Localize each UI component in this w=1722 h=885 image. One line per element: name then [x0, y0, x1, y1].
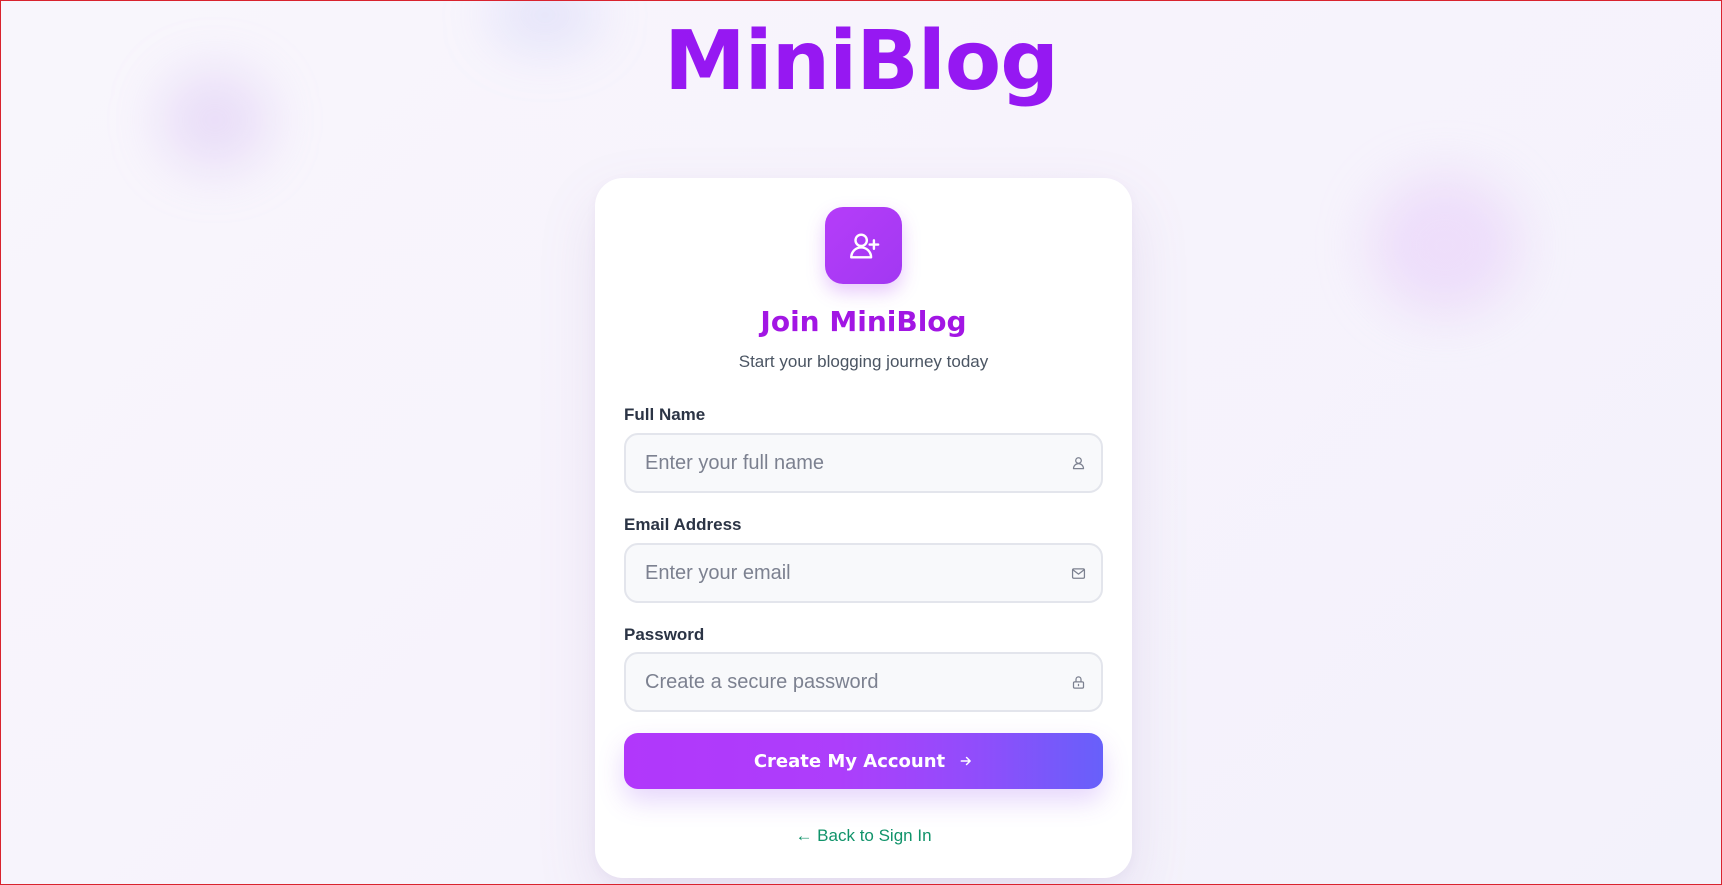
- full-name-field: [624, 433, 1103, 493]
- email-field: [624, 543, 1103, 603]
- full-name-input[interactable]: [626, 435, 1101, 491]
- user-icon: [1069, 454, 1087, 472]
- create-account-label: Create My Account: [753, 750, 946, 772]
- full-name-label: Full Name: [624, 405, 706, 424]
- card-subtitle: Start your blogging journey today: [738, 352, 989, 371]
- signup-card: Join MiniBlog Start your blogging journe…: [595, 178, 1132, 878]
- background-blob: [1370, 175, 1520, 315]
- password-label: Password: [624, 625, 705, 644]
- brand-logo: MiniBlog: [0, 12, 1722, 112]
- mail-icon: [1069, 564, 1087, 582]
- lock-icon: [1069, 673, 1087, 691]
- card-title: Join MiniBlog: [760, 305, 967, 338]
- password-input[interactable]: [626, 654, 1101, 710]
- email-input[interactable]: [626, 545, 1101, 601]
- arrow-right-icon: [959, 754, 973, 768]
- user-plus-icon: [825, 207, 902, 284]
- password-field: [624, 652, 1103, 712]
- back-to-sign-in-link[interactable]: ← Back to Sign In: [595, 824, 1132, 848]
- create-account-button[interactable]: Create My Account: [624, 733, 1103, 789]
- email-label: Email Address: [624, 515, 742, 534]
